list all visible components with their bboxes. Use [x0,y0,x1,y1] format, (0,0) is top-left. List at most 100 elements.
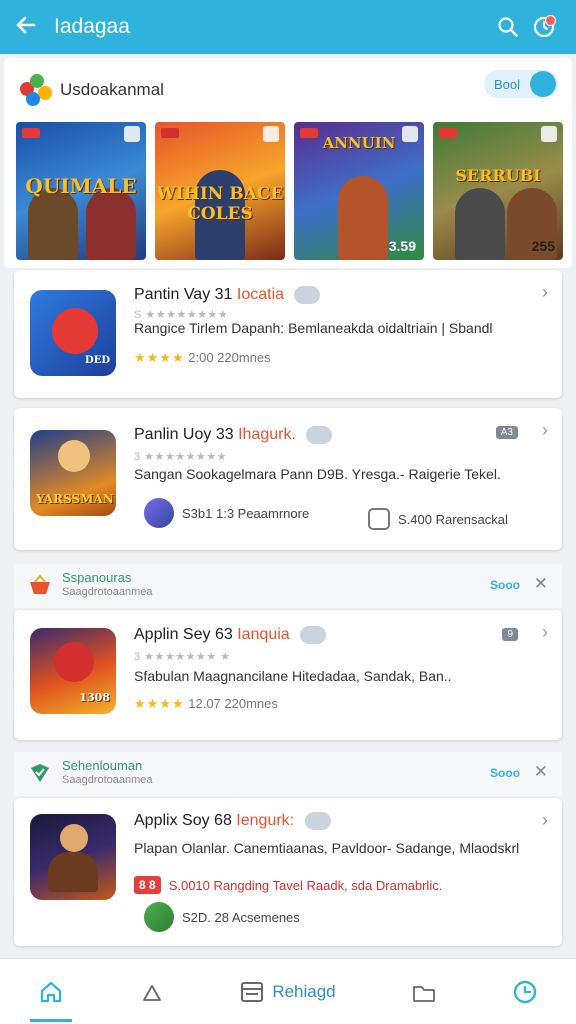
view-toggle[interactable]: Bool [484,70,558,98]
chevron-right-icon[interactable]: › [542,810,548,831]
app-title: Pantin Vay 31 Iocatia [134,286,321,304]
game-cover[interactable]: WIHIN BACE COLES [155,122,285,260]
info-pill[interactable] [300,626,327,644]
nav-center[interactable]: Rehiagd [240,962,336,1022]
notification-badge [545,15,556,26]
app-title-highlight: Iengurk: [236,812,295,830]
app-rating: ★★★★ 12.07 220mnes [134,696,278,712]
cover-tag [161,128,179,138]
brand: Usdoakanmal [18,72,164,108]
character-shape [58,440,90,472]
section-action-link[interactable]: Sooo [490,578,520,592]
app-card[interactable]: 1308 Applin Sey 63 Ianquia 3 ★★★★★★★ ★ S… [14,610,562,740]
promo-row: 8 8 S.0010 Rangding Tavel Raadk, sda Dra… [134,876,442,894]
download-icon [368,508,390,530]
info-pill[interactable] [304,812,331,830]
info-pill[interactable] [306,426,333,444]
developer-row[interactable]: S2D. 28 Acsemenes [144,902,300,932]
close-icon[interactable]: ✕ [534,574,548,594]
character-shape [52,308,98,354]
cover-tag [22,128,40,138]
app-card[interactable]: Applix Soy 68 Iengurk: Plapan Olanlar. C… [14,798,562,946]
notification-icon[interactable] [526,9,562,45]
app-description: Rangice Tirlem Dapanh: Bemlaneakda oidal… [134,320,493,336]
developer-text: S2D. 28 Acsemenes [182,909,300,925]
cover-title: ANNUIN [322,134,396,152]
list-icon [241,981,264,1002]
app-description: Sangan Sookagelmara Pann D9B. Yresga.- R… [134,466,501,482]
chevron-right-icon[interactable]: › [542,420,548,441]
app-icon-label: YARSSMAN [36,492,114,506]
nav-library[interactable] [412,962,436,1022]
info-pill[interactable] [294,286,321,304]
cover-title: QUIMALE [25,174,137,198]
nav-home[interactable] [30,962,73,1022]
bookmark-icon[interactable] [263,126,279,142]
app-title: Panlin Uoy 33 Ihagurk. [134,426,333,444]
app-title-text: Pantin Vay 31 [134,286,233,304]
developer-row[interactable]: S3b1 1:3 Peaamrnore [144,498,309,528]
section-subtitle: Saagdrotoaanmea [62,774,153,786]
section-header: Sspanouras Saagdrotoaanmea Sooo ✕ [14,564,562,608]
chevron-right-icon[interactable]: › [542,282,548,303]
toggle-label: Bool [494,76,521,92]
page-title: Iadagaa [54,15,130,38]
app-description: Sfabulan Maagnancilane Hitedadaa, Sandak… [134,668,452,684]
app-card[interactable]: YARSSMAN Panlin Uoy 33 Ihagurk. 3 ★★★★★★… [14,408,562,550]
section-title: Sspanouras [62,570,132,585]
game-cover[interactable]: QUIMALE [16,122,146,260]
app-title-text: Applix Soy 68 [134,812,232,830]
section-subtitle: Saagdrotoaanmea [62,586,153,598]
section-title: Sehenlouman [62,758,143,773]
app-rating: ★★★★ 2:00 220mnes [134,350,271,366]
cover-price: 3.59 [388,238,416,254]
character-figure [28,188,78,260]
search-icon[interactable] [490,9,526,45]
rating-text: 2:00 220mnes [188,350,271,365]
cover-title: WIHIN BACE COLES [156,184,284,224]
app-icon: 1308 [30,628,116,714]
avatar [144,902,174,932]
home-icon [40,981,62,1002]
character-figure [86,188,136,260]
game-cover[interactable]: ANNUIN 3.59 [294,122,424,260]
check-badge-icon [31,764,49,782]
brand-name: Usdoakanmal [60,80,164,99]
app-title: Applix Soy 68 Iengurk: [134,812,331,830]
cover-title: SERRUBI [455,166,541,185]
app-card[interactable]: DED Pantin Vay 31 Iocatia S ★★★★★★★★ Ran… [14,270,562,398]
explore-icon [143,984,162,1001]
character-shape [48,852,98,892]
section-action-link[interactable]: Sooo [490,766,520,780]
app-title: Applin Sey 63 Ianquia [134,626,327,644]
downloads-row: S.400 Rarensackal [368,508,508,530]
bookmark-icon[interactable] [124,126,140,142]
chevron-right-icon[interactable]: › [542,622,548,643]
nav-explore[interactable] [140,962,164,1022]
nav-profile[interactable] [512,962,538,1022]
character-shape [54,642,94,682]
app-description: Plapan Olanlar. Canemtiaanas, Pavldoor- … [134,840,520,856]
bottom-navigation: Rehiagd [0,958,576,1024]
toggle-knob [530,71,556,97]
character-figure [455,188,505,260]
basket-icon [30,574,50,594]
arrow-left-icon[interactable] [14,13,48,42]
game-cover[interactable]: SERRUBI 255 [433,122,563,260]
refresh-icon [513,980,537,1003]
app-icon: YARSSMAN [30,430,116,516]
app-meta: 3 ★★★★★★★★ [134,451,228,463]
developer-text: S3b1 1:3 Peaamrnore [182,505,310,521]
brand-logo-icon [18,72,54,108]
cover-carousel: QUIMALE WIHIN BACE COLES ANNUIN 3.59 SER… [16,122,563,260]
cover-price: 255 [531,238,555,254]
app-bar: Iadagaa [0,0,576,54]
character-shape [60,824,88,852]
cover-tag [439,128,457,138]
app-title-highlight: Iocatia [236,286,285,304]
star-rating-icon: ★★★★ [134,350,185,365]
app-meta: 3 ★★★★★★★ ★ [134,651,231,663]
close-icon[interactable]: ✕ [534,762,548,782]
bookmark-icon[interactable] [541,126,557,142]
promo-tag: 8 8 [134,876,161,894]
